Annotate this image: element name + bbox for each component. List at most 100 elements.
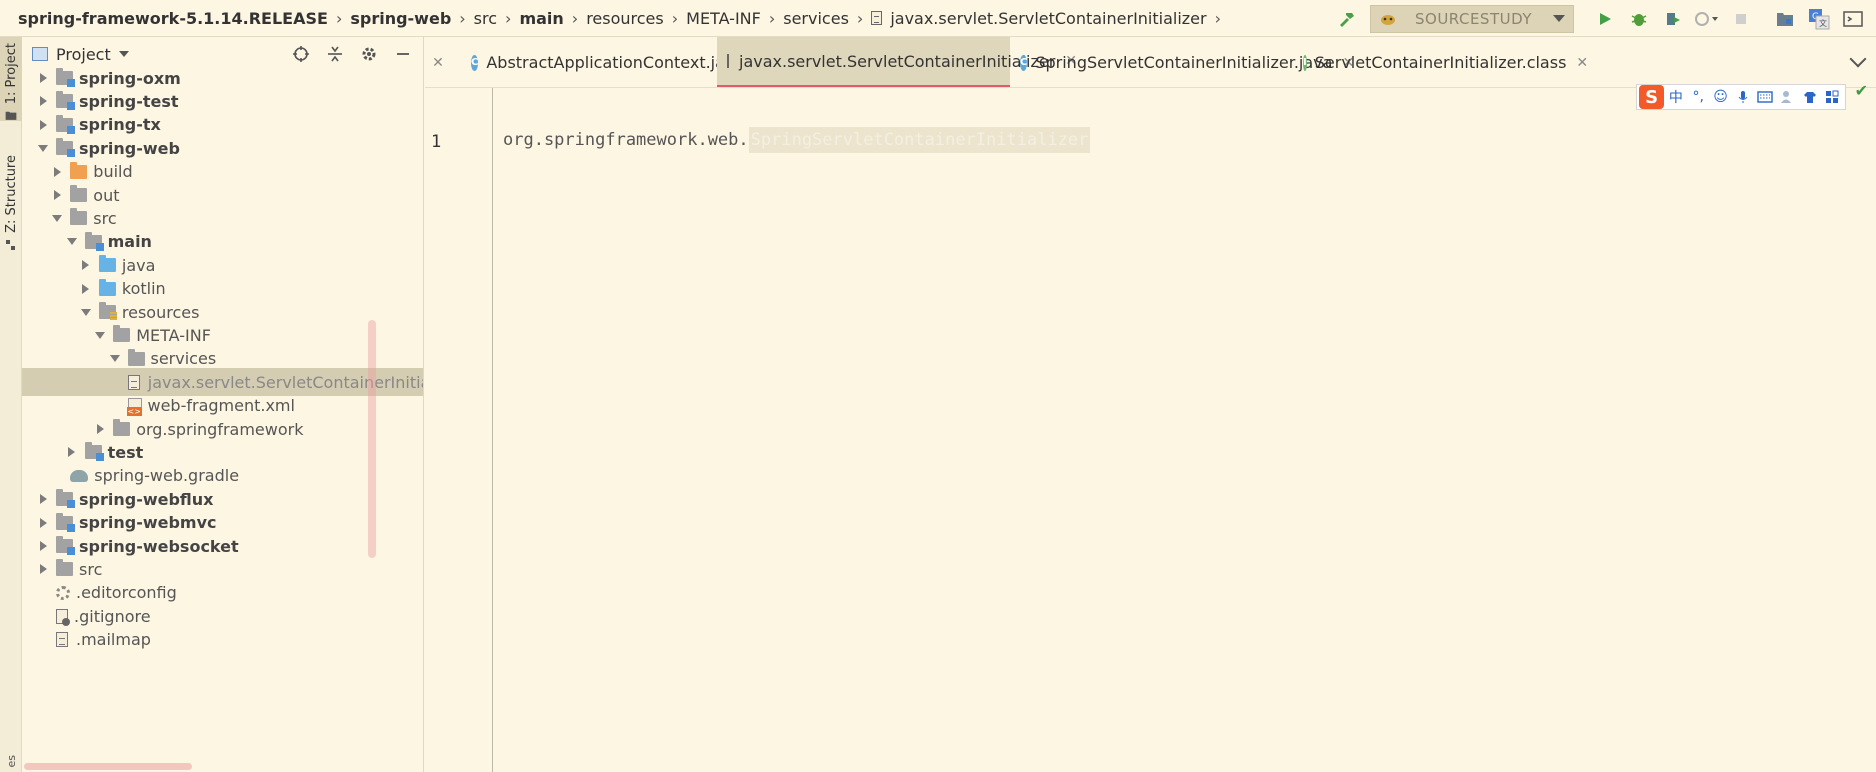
collapse-all-icon[interactable]	[325, 44, 345, 64]
ime-voice-icon[interactable]	[1732, 87, 1753, 107]
run-icon[interactable]	[1592, 6, 1618, 32]
project-structure-icon[interactable]	[1772, 6, 1798, 32]
expand-arrow-icon[interactable]	[36, 492, 50, 506]
tab-partial[interactable]: nContext.java✕	[425, 37, 454, 87]
inspection-ok-icon[interactable]: ✔	[1855, 81, 1868, 100]
build-hammer-icon[interactable]	[1334, 6, 1360, 32]
module-folder-icon	[56, 512, 75, 532]
close-icon[interactable]: ✕	[432, 55, 444, 71]
ime-emoji-icon[interactable]: ☺	[1710, 87, 1731, 107]
terminal-icon[interactable]	[1840, 6, 1866, 32]
module-folder-icon	[56, 138, 75, 158]
project-tree-horizontal-scrollbar[interactable]	[24, 763, 192, 770]
breadcrumb-item[interactable]: src	[474, 9, 497, 28]
breadcrumb-separator-icon: ›	[571, 8, 579, 28]
expand-arrow-icon[interactable]	[36, 71, 50, 85]
collapse-arrow-icon[interactable]	[93, 328, 107, 342]
tab-servlet-container-initializer-class[interactable]: I ServletContainerInitializer.class ✕	[1293, 37, 1588, 87]
breadcrumb-item[interactable]: main	[519, 9, 563, 28]
editor-area: nContext.java✕ C AbstractApplicationContex…	[425, 37, 1876, 772]
code-highlighted-text: SpringServletContainerInitializer	[748, 127, 1091, 153]
code-text: org.springframework.web.	[503, 130, 749, 150]
tab-label: javax.servlet.ServletContainerInitialize…	[739, 51, 1056, 71]
profiler-icon[interactable]	[1694, 6, 1720, 32]
source-folder-icon	[98, 255, 116, 273]
ime-punctuation-icon[interactable]: °,	[1688, 87, 1709, 107]
expand-arrow-icon[interactable]	[65, 445, 79, 459]
gradle-icon	[70, 469, 89, 482]
structure-icon	[6, 239, 15, 250]
debug-icon[interactable]	[1626, 6, 1652, 32]
breadcrumb-item[interactable]: spring-framework-5.1.14.RELEASE	[18, 9, 328, 28]
structure-tool-tab[interactable]: Z: Structure	[0, 149, 22, 281]
stop-icon[interactable]	[1728, 6, 1754, 32]
tree-item-label: .gitignore	[74, 606, 151, 626]
coverage-icon[interactable]	[1660, 6, 1686, 32]
module-folder-icon	[56, 114, 75, 134]
breadcrumb-separator-icon: ›	[459, 8, 466, 28]
collapse-arrow-icon[interactable]	[36, 141, 50, 155]
text-file-icon	[871, 11, 883, 25]
tab-abstract-application-context[interactable]: CAbstractApplicationContext.java✕	[461, 37, 766, 87]
expand-arrow-icon[interactable]	[79, 258, 93, 272]
tree-item-label: javax.servlet.ServletContainerInitialize…	[147, 372, 423, 392]
module-folder-icon	[56, 536, 75, 555]
tree-item-label: java	[121, 255, 156, 275]
tab-servlet-container-initializer-service[interactable]: javax.servlet.ServletContainerInitialize…	[717, 37, 1077, 87]
expand-arrow-icon[interactable]	[36, 562, 50, 576]
expand-arrow-icon[interactable]	[50, 165, 64, 179]
translate-icon[interactable]: G文	[1806, 6, 1832, 32]
breadcrumb-item[interactable]: resources	[586, 9, 664, 28]
breadcrumb-separator-icon: ›	[768, 8, 776, 28]
gear-icon[interactable]	[359, 44, 379, 64]
hide-panel-icon[interactable]	[393, 44, 413, 64]
collapse-arrow-icon[interactable]	[79, 305, 93, 319]
excluded-folder-icon	[70, 161, 88, 179]
run-configuration-label: SOURCESTUDY	[1415, 9, 1532, 28]
ime-keyboard-icon[interactable]	[1755, 87, 1776, 107]
expand-arrow-icon[interactable]	[79, 282, 93, 296]
ime-language-toggle[interactable]: 中	[1665, 87, 1686, 107]
tree-item-label: org.springframework	[136, 419, 304, 439]
editor-tab-bar: nContext.java✕ C AbstractApplicationContex…	[425, 37, 1876, 88]
tab-label: ServletContainerInitializer.class	[1314, 53, 1567, 72]
expand-arrow-icon[interactable]	[36, 539, 50, 553]
locate-target-icon[interactable]	[291, 44, 311, 64]
project-view-title[interactable]: Project	[56, 45, 111, 64]
gear-icon	[56, 585, 70, 600]
structure-tool-label: Z: Structure	[3, 155, 19, 233]
bottom-stripe-tab[interactable]: es	[0, 755, 22, 772]
breadcrumb-item[interactable]: spring-web	[350, 9, 451, 28]
project-tool-label: 1: Project	[3, 43, 19, 105]
project-tree-vertical-scrollbar[interactable]	[368, 320, 376, 558]
ime-toolbox-icon[interactable]	[1822, 87, 1843, 107]
code-line[interactable]: org.springframework.web. SpringServletCon…	[503, 127, 1091, 153]
tab-spring-servlet-container-initializer[interactable]: C SpringServletContainerInitializer.java ✕	[1010, 37, 1354, 87]
expand-arrow-icon[interactable]	[93, 422, 107, 436]
ime-logo-icon[interactable]: S	[1639, 85, 1665, 109]
close-icon[interactable]: ✕	[1576, 55, 1588, 71]
project-tool-tab[interactable]: 1: Project	[0, 37, 22, 121]
expand-arrow-icon[interactable]	[36, 94, 50, 108]
run-configuration-select[interactable]: SOURCESTUDY	[1370, 4, 1574, 33]
tree-item[interactable]: .mailmap	[22, 626, 423, 654]
collapse-arrow-icon[interactable]	[65, 235, 79, 249]
tree-item-label: src	[93, 208, 117, 228]
navigation-bar: spring-framework-5.1.14.RELEASE › spring-w…	[0, 0, 1876, 37]
breadcrumb-item[interactable]: javax.servlet.ServletContainerInitialize…	[890, 9, 1206, 28]
module-folder-icon	[56, 489, 75, 509]
ime-user-icon[interactable]	[1777, 87, 1798, 107]
breadcrumb-item[interactable]: services	[783, 9, 849, 28]
chevron-down-icon[interactable]	[118, 51, 129, 57]
text-file-icon	[727, 54, 729, 68]
expand-arrow-icon[interactable]	[36, 118, 50, 132]
expand-arrow-icon[interactable]	[36, 516, 50, 530]
module-folder-icon	[56, 91, 75, 111]
breadcrumb-item[interactable]: META-INF	[686, 9, 761, 28]
collapse-arrow-icon[interactable]	[50, 211, 64, 225]
breadcrumb-separator-icon: ›	[1214, 8, 1222, 28]
collapse-arrow-icon[interactable]	[108, 352, 122, 366]
ime-skin-icon[interactable]	[1799, 87, 1820, 107]
expand-arrow-icon[interactable]	[50, 188, 64, 202]
